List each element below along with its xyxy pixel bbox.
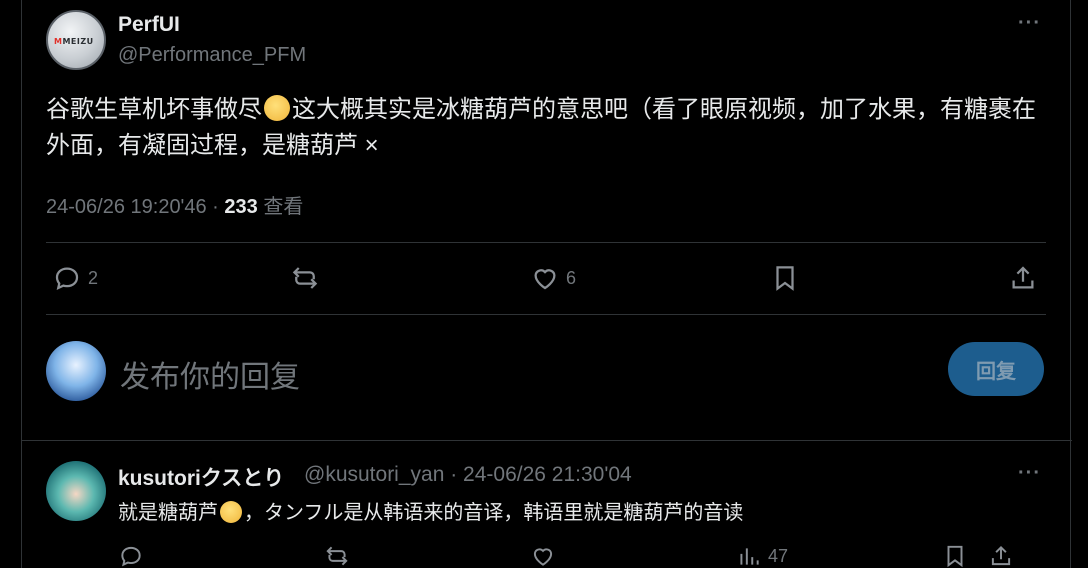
share-action[interactable] <box>1008 263 1038 293</box>
bookmark-icon <box>776 266 794 291</box>
share-icon <box>991 545 1011 566</box>
reply-text: 就是糖葫芦 ，タンフル是从韩语来的音译，韩语里就是糖葫芦的音读 <box>118 496 743 525</box>
retweet-action[interactable] <box>290 263 320 293</box>
tweet-meta: 24-06/26 19:20'46 · 233 查看 <box>46 190 303 219</box>
worried-face-emoji-icon <box>264 95 290 121</box>
reply-like-action[interactable] <box>530 543 556 568</box>
reply-author-handle[interactable]: @kusutori_yan · 24-06/26 21:30'04 <box>304 463 632 487</box>
author-avatar[interactable]: MMEIZU <box>46 10 106 70</box>
reply-text-part1: 就是糖葫芦 <box>118 502 218 524</box>
reply-action[interactable]: 2 <box>52 263 98 293</box>
views-icon <box>740 548 759 565</box>
reply-button[interactable]: 回复 <box>948 342 1044 396</box>
reply-retweet-action[interactable] <box>324 543 350 568</box>
divider <box>46 242 1046 243</box>
reply-compose-input[interactable]: 发布你的回复 <box>120 352 300 396</box>
view-count: 233 <box>224 196 258 218</box>
reply-text-part2: ，タンフル是从韩语来的音译，韩语里就是糖葫芦的音读 <box>244 502 744 524</box>
like-action[interactable]: 6 <box>530 263 576 293</box>
meizu-logo: MMEIZU <box>54 37 94 46</box>
like-icon <box>533 548 553 566</box>
retweet-icon <box>292 267 318 289</box>
reply-bookmark-action[interactable] <box>942 543 968 568</box>
author-name[interactable]: PerfUI <box>118 13 180 37</box>
reply-count: 2 <box>88 267 99 288</box>
divider <box>46 314 1046 315</box>
share-icon <box>1012 266 1034 289</box>
tweet-text: 谷歌生草机坏事做尽 这大概其实是冰糖葫芦的意思吧（看了眼原视频，加了水果，有糖裹在… <box>46 92 1056 164</box>
reply-share-action[interactable] <box>988 543 1014 568</box>
section-divider <box>22 440 1072 441</box>
reply-icon <box>55 267 79 290</box>
view-label: 查看 <box>263 196 304 218</box>
more-icon[interactable]: ··· <box>1018 462 1041 485</box>
reply-view-count: 47 <box>768 545 789 566</box>
tweet-column: MMEIZU PerfUI @Performance_PFM ··· 谷歌生草机… <box>21 0 1072 568</box>
bookmark-action[interactable] <box>770 263 800 293</box>
author-handle[interactable]: @Performance_PFM <box>118 44 306 67</box>
like-count: 6 <box>566 267 577 288</box>
reply-views-action[interactable]: 47 <box>736 543 788 568</box>
meta-separator: · <box>206 196 225 218</box>
current-user-avatar[interactable] <box>46 341 106 401</box>
reply-author-avatar[interactable] <box>46 461 106 521</box>
retweet-icon <box>326 546 348 566</box>
reply-icon <box>121 546 141 567</box>
more-icon[interactable]: ··· <box>1018 12 1041 35</box>
like-icon <box>534 269 556 290</box>
tweet-text-part1: 谷歌生草机坏事做尽 <box>46 96 262 123</box>
tweet-timestamp[interactable]: 24-06/26 19:20'46 <box>46 196 207 218</box>
reply-author-name[interactable]: kusutoriクスとり <box>118 462 284 492</box>
bookmark-icon <box>947 545 963 568</box>
reply-reply-action[interactable] <box>118 543 144 568</box>
tears-of-joy-emoji-icon <box>220 501 242 523</box>
